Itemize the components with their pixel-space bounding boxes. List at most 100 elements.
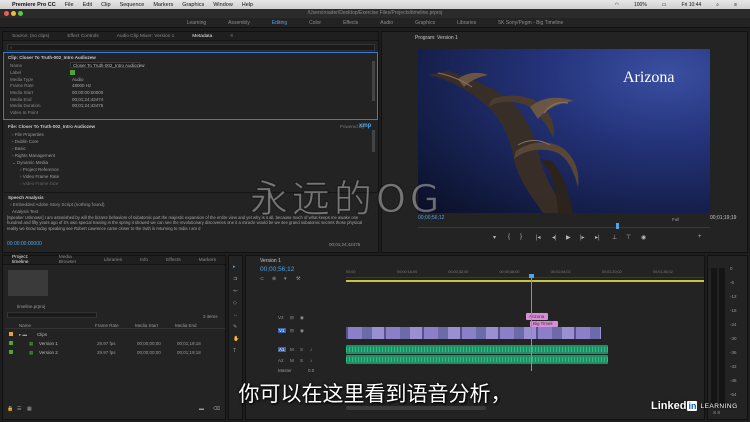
toggle-sync-lock-icon[interactable]: ⊟ — [290, 315, 294, 320]
button-editor-icon[interactable]: + — [698, 234, 702, 240]
mute-button[interactable]: M — [290, 347, 294, 352]
track-label-a2[interactable]: A2 — [278, 358, 284, 363]
type-tool-icon[interactable]: T — [233, 348, 236, 354]
pen-tool-icon[interactable]: ✎ — [233, 324, 237, 330]
mute-button[interactable]: M — [290, 358, 294, 363]
project-search-input[interactable] — [7, 312, 97, 318]
razor-tool-icon[interactable]: ◇ — [233, 300, 237, 306]
go-out-icon[interactable]: ▸| — [595, 234, 600, 241]
workspace-audio[interactable]: Audio — [380, 20, 393, 26]
table-row[interactable]: ▸ ▬ Clips — [5, 330, 225, 338]
track-label-v1[interactable]: V1 — [278, 328, 286, 333]
col-media-end[interactable]: Media End — [175, 323, 197, 328]
search-icon[interactable]: ⌕ — [716, 2, 719, 8]
metadata-search-input[interactable]: ⌕ — [7, 44, 375, 51]
out-icon[interactable]: } — [520, 234, 522, 240]
workspace-color[interactable]: Color — [309, 20, 321, 26]
table-row[interactable]: ▦ Version 2 29.97 fps 00;00;00;00 00;01;… — [5, 348, 225, 356]
slip-tool-icon[interactable]: ↔ — [233, 312, 238, 318]
battery-icon[interactable]: ▭ — [662, 2, 667, 8]
fit-dropdown[interactable]: Full — [672, 217, 679, 222]
eye-icon[interactable]: ◉ — [300, 315, 304, 320]
step-fwd-icon[interactable]: |▸ — [580, 234, 585, 241]
workspace-assembly[interactable]: Assembly — [228, 20, 250, 26]
section-basic[interactable]: › Basic — [12, 146, 26, 151]
eye-icon[interactable]: ◉ — [300, 328, 304, 333]
wrench-icon[interactable]: ⚒ — [296, 276, 300, 282]
tab-timeline-version-1[interactable]: Version 1 — [260, 258, 281, 264]
solo-button[interactable]: S — [300, 347, 303, 352]
table-row[interactable]: ▦ Version 1 29.97 fps 00;00;00;00 00;01;… — [5, 339, 225, 347]
tab-effect-controls[interactable]: Effect Controls — [58, 34, 107, 39]
play-icon[interactable]: ▶ — [566, 234, 571, 241]
section-dynamic-media[interactable]: ⌄ Dynamic Media — [12, 160, 48, 166]
workspace-big-timeline[interactable]: 5K Sony/Pegm - Big Timeline — [498, 20, 563, 26]
zoom-window-button[interactable] — [18, 11, 23, 16]
section-dublin-core[interactable]: › Dublin Core — [12, 139, 39, 144]
wifi-icon[interactable]: ◠ — [615, 2, 619, 8]
tab-project[interactable]: Project: timeline — [3, 255, 50, 265]
go-in-icon[interactable]: |◂ — [536, 234, 541, 241]
tab-info[interactable]: Info — [131, 258, 157, 263]
section-project-reference[interactable]: › Project Reference — [20, 167, 59, 172]
col-name[interactable]: Name — [19, 323, 31, 328]
timeline-clip-audio[interactable] — [346, 345, 608, 354]
program-scrub-bar[interactable] — [418, 224, 710, 228]
solo-button[interactable]: S — [300, 358, 303, 363]
file-section-scrollbar[interactable] — [372, 130, 375, 152]
ripple-edit-tool-icon[interactable]: ⟛ — [233, 288, 238, 294]
workspace-learning[interactable]: Learning — [187, 20, 206, 26]
tab-source[interactable]: Source: (no clips) — [3, 34, 58, 39]
menu-file[interactable]: File — [65, 2, 74, 8]
menu-markers[interactable]: Markers — [153, 2, 173, 8]
menu-window[interactable]: Window — [213, 2, 233, 8]
track-label-a1[interactable]: A1 — [278, 347, 286, 352]
tab-libraries[interactable]: Libraries — [95, 258, 131, 263]
playhead-handle[interactable] — [529, 274, 534, 278]
col-frame-rate[interactable]: Frame Rate — [95, 323, 119, 328]
export-frame-icon[interactable]: ◉ — [641, 234, 646, 241]
menu-help[interactable]: Help — [242, 2, 253, 8]
timeline-clip-audio[interactable] — [346, 355, 608, 364]
program-video-frame[interactable]: Arizona — [418, 49, 710, 213]
mic-icon[interactable]: ♪ — [310, 347, 312, 352]
section-rights-management[interactable]: › Rights Management — [12, 153, 55, 158]
menu-sequence[interactable]: Sequence — [120, 2, 145, 8]
timeline-clip-title[interactable]: Arizona — [526, 313, 548, 320]
track-label-v2[interactable]: V2 — [278, 315, 284, 320]
section-video-frame-rate[interactable]: › Video Frame Rate — [20, 174, 59, 179]
panel-menu-icon[interactable]: ≡ — [221, 34, 242, 39]
timeline-timecode[interactable]: 00;00;56;12 — [260, 266, 294, 273]
hand-tool-icon[interactable]: ✋ — [233, 336, 239, 342]
tab-media-browser[interactable]: Media Browser — [50, 255, 95, 265]
work-area-bar[interactable] — [346, 280, 704, 282]
tab-effects[interactable]: Effects — [157, 258, 190, 263]
workspace-graphics[interactable]: Graphics — [415, 20, 435, 26]
section-file-properties[interactable]: › File Properties — [12, 132, 44, 137]
tab-metadata[interactable]: Metadata — [183, 34, 221, 39]
master-volume[interactable]: 0.0 — [308, 368, 314, 373]
tab-markers[interactable]: Markers — [190, 258, 225, 263]
workspace-editing[interactable]: Editing — [272, 20, 287, 26]
app-menu[interactable]: Premiere Pro CC — [12, 2, 56, 8]
program-monitor-label[interactable]: Program: Version 1 — [415, 35, 458, 41]
marker-icon[interactable]: ▾ — [493, 234, 496, 241]
section-video-frame-size[interactable]: › Video Frame Size — [20, 181, 58, 186]
timeline-clip-video[interactable] — [346, 327, 601, 339]
menu-graphics[interactable]: Graphics — [182, 2, 204, 8]
add-marker-icon[interactable]: ▾ — [284, 276, 287, 282]
time-ruler[interactable]: 00;00 00;00;16;00 00;00;32;00 00;00;48;00 00… — [346, 270, 704, 278]
close-window-button[interactable] — [4, 11, 9, 16]
mic-icon[interactable]: ♪ — [310, 358, 312, 363]
track-select-tool-icon[interactable]: ⇉ — [233, 276, 237, 282]
label-color-swatch[interactable] — [70, 70, 75, 75]
menu-list-icon[interactable]: ≡ — [734, 2, 737, 8]
menu-clip[interactable]: Clip — [101, 2, 110, 8]
minimize-window-button[interactable] — [11, 11, 16, 16]
battery-percent[interactable]: 100% — [634, 2, 647, 8]
step-back-icon[interactable]: ◂| — [552, 234, 557, 241]
extract-icon[interactable]: ⊤ — [626, 234, 631, 241]
clip-section-scrollbar[interactable] — [372, 61, 375, 101]
col-media-start[interactable]: Media Start — [135, 323, 158, 328]
in-icon[interactable]: { — [508, 234, 510, 240]
